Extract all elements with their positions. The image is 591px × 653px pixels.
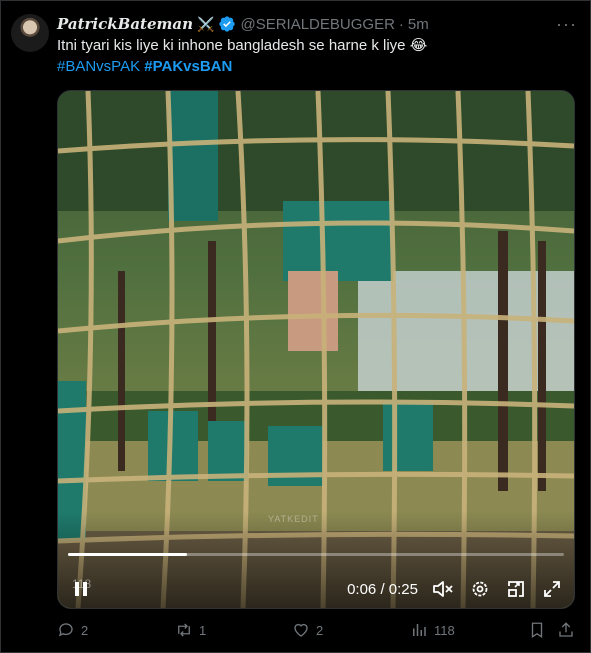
laughing-emoji: 😂 xyxy=(409,37,428,54)
fullscreen-icon[interactable] xyxy=(542,579,562,599)
verified-badge-icon xyxy=(219,16,236,32)
heart-icon xyxy=(294,623,308,637)
separator-dot: · xyxy=(398,15,404,33)
mute-icon[interactable] xyxy=(432,579,454,599)
reply-button[interactable]: 2 xyxy=(57,621,88,639)
share-button[interactable] xyxy=(557,621,575,639)
retweet-count: 1 xyxy=(199,622,207,638)
reply-icon xyxy=(58,623,73,637)
hashtag-link[interactable]: #BANvsPAK xyxy=(57,58,140,75)
video-player[interactable]: YATKEDIT 118 0:06 / 0:25 xyxy=(57,90,575,609)
video-frame xyxy=(58,91,574,608)
bookmark-icon xyxy=(531,622,543,639)
views-button[interactable]: 118 xyxy=(410,621,455,639)
hashtags: #BANvsPAK #PAKvsBAN xyxy=(57,57,232,77)
tweet-actions: 2 1 2 118 xyxy=(57,620,573,640)
duration: 0:25 xyxy=(388,580,418,598)
tweet-header: PatrickBateman ⚔️ @SERIALDEBUGGER · 5m xyxy=(57,14,429,34)
video-time: 0:06 / 0:25 xyxy=(347,581,418,598)
current-time: 0:06 xyxy=(347,580,377,598)
reply-count: 2 xyxy=(81,622,89,638)
display-name[interactable]: PatrickBateman xyxy=(57,15,193,33)
watermark: YATKEDIT xyxy=(268,514,319,524)
hashtag-link[interactable]: #PAKvsBAN xyxy=(144,58,232,75)
avatar[interactable] xyxy=(11,14,49,52)
tweet-text: Itni tyari kis liye ki inhone bangladesh… xyxy=(57,36,577,56)
retweet-button[interactable]: 1 xyxy=(175,621,206,639)
like-count: 2 xyxy=(316,622,324,638)
pause-icon[interactable] xyxy=(70,578,92,600)
settings-gear-icon[interactable] xyxy=(470,579,490,599)
analytics-icon xyxy=(413,624,426,636)
timestamp[interactable]: 5m xyxy=(408,16,429,33)
view-count: 118 xyxy=(434,622,455,638)
user-handle[interactable]: @SERIALDEBUGGER xyxy=(240,16,394,33)
video-progress-bar[interactable] xyxy=(68,553,564,556)
time-separator: / xyxy=(376,580,389,598)
picture-in-picture-icon[interactable] xyxy=(506,579,526,599)
tweet-text-content: Itni tyari kis liye ki inhone bangladesh… xyxy=(57,37,406,54)
swords-emoji: ⚔️ xyxy=(197,15,215,32)
more-options-icon[interactable]: ··· xyxy=(556,14,577,35)
share-icon xyxy=(559,622,573,637)
video-progress-fill xyxy=(68,553,188,556)
bookmark-button[interactable] xyxy=(528,621,546,639)
video-controls: 0:06 / 0:25 xyxy=(58,570,574,608)
like-button[interactable]: 2 xyxy=(292,621,323,639)
retweet-icon xyxy=(178,623,190,637)
